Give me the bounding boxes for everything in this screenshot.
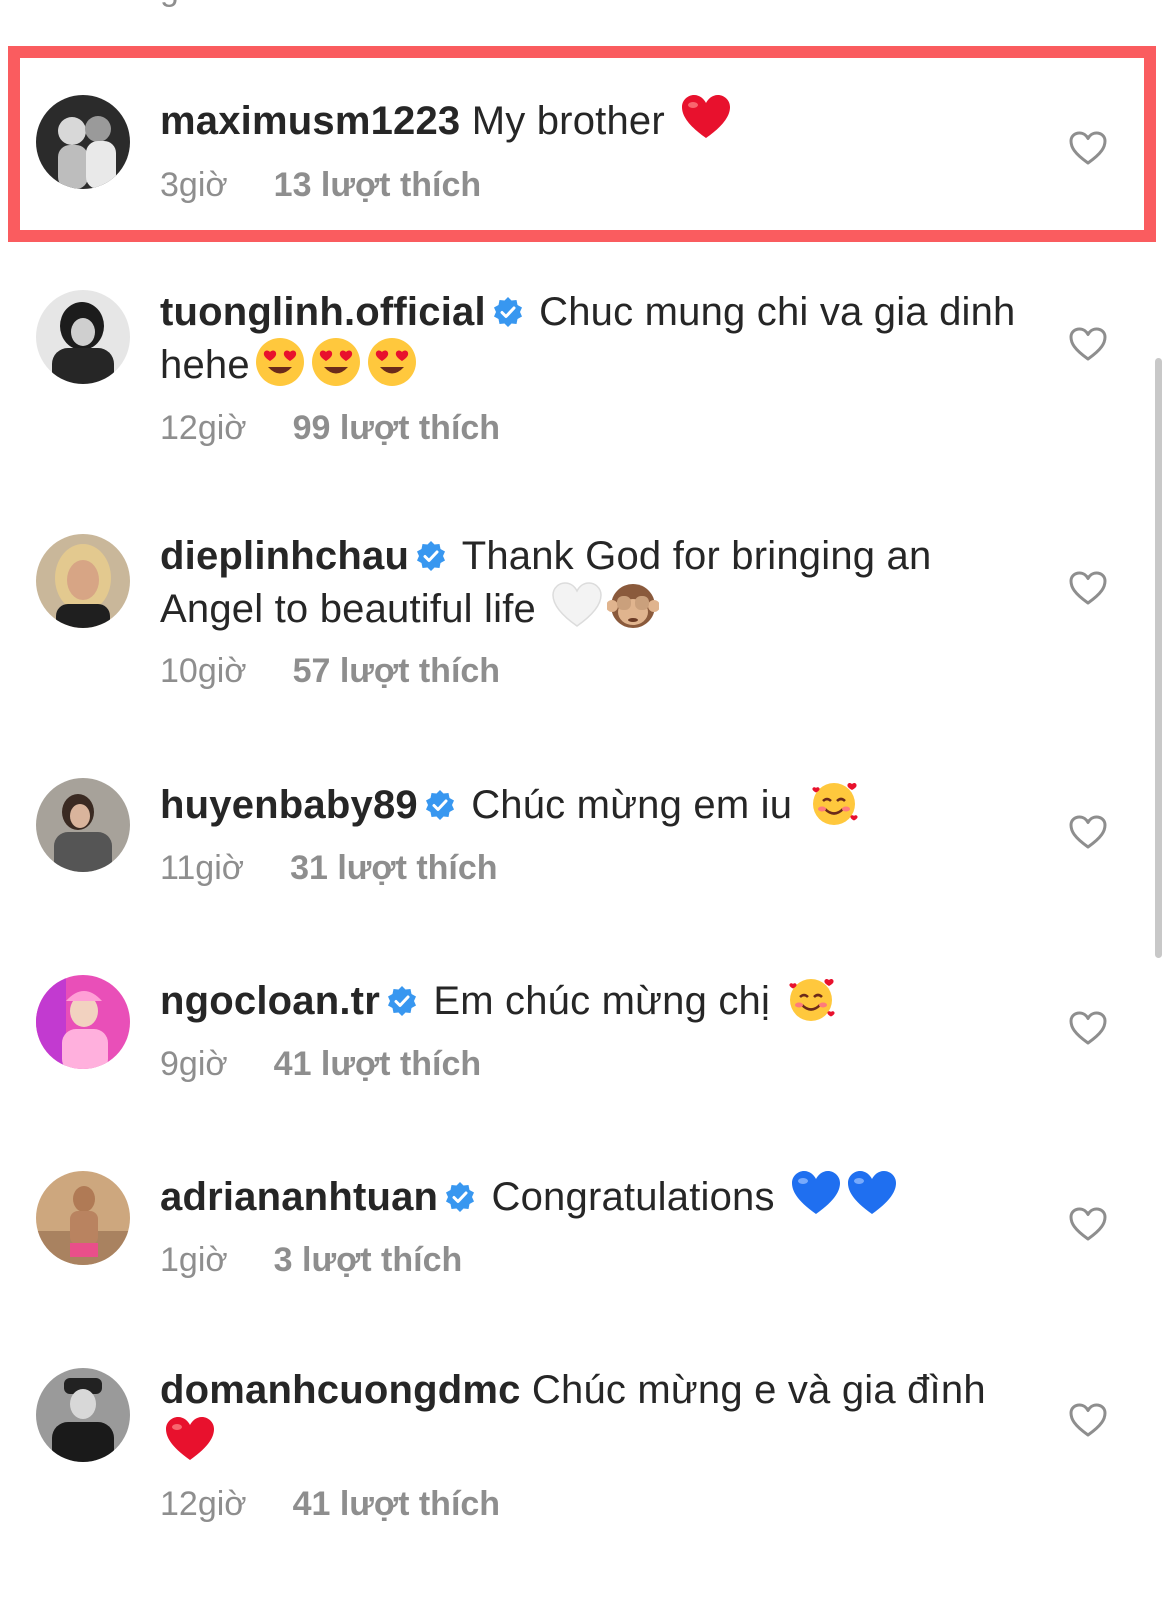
verified-badge-icon [446,1182,475,1212]
blue-heart-emoji [792,1171,841,1214]
white-heart-emoji [552,582,603,627]
comment-text: tuonglinh.official Chuc mung chi va gia … [160,288,1020,389]
avatar[interactable] [36,1368,130,1462]
timestamp: 9giờ [160,1045,228,1083]
username[interactable]: ngocloan.tr [160,979,380,1023]
like-count[interactable]: 3 lượt thích [274,1241,463,1279]
comment-text: domanhcuongdmc Chúc mừng e và gia đình [160,1366,1020,1467]
like-count[interactable]: 57 lượt thích [293,652,501,690]
comment-text: huyenbaby89 Chúc mừng em iu [160,776,1020,829]
verified-badge-icon [493,297,522,327]
verified-badge-icon [417,541,446,571]
username[interactable]: dieplinhchau [160,534,409,578]
smiling-face-with-hearts-emoji [789,978,835,1021]
comment-body: Chúc mừng em iu [471,783,793,827]
like-count[interactable]: 31 lượt thích [290,849,498,887]
like-count[interactable]: 41 lượt thích [274,1045,482,1083]
see-no-evil-monkey-emoji [607,584,660,628]
avatar[interactable] [36,975,130,1069]
heart-outline-icon[interactable] [1068,1010,1108,1046]
comment-meta: 12giờ 99 lượt thích [160,408,500,448]
verified-badge-icon [387,986,416,1016]
heart-outline-icon[interactable] [1068,1206,1108,1242]
avatar[interactable] [36,778,130,872]
heart-eyes-emoji [367,338,416,386]
blue-heart-emoji [848,1171,897,1214]
timestamp: 11giờ [160,849,245,887]
heart-outline-icon[interactable] [1068,570,1108,606]
red-heart-emoji [166,1417,214,1460]
avatar[interactable] [36,1171,130,1265]
smiling-face-with-hearts-emoji [811,782,858,825]
comment-body: Chúc mừng e và gia đình [531,1368,986,1412]
heart-eyes-emoji [255,338,304,386]
timestamp: 10giờ [160,652,247,690]
username[interactable]: tuonglinh.official [160,290,486,334]
comment-text: adriananhtuan Congratulations [160,1168,1020,1221]
comment-text: ngocloan.tr Em chúc mừng chị [160,972,1020,1025]
timestamp: 12giờ [160,1485,247,1523]
like-count[interactable]: 41 lượt thích [293,1485,501,1523]
verified-badge-icon [425,790,454,820]
avatar[interactable] [36,534,130,628]
username[interactable]: adriananhtuan [160,1175,438,1219]
timestamp: 1giờ [160,1241,228,1279]
comment-body: Em chúc mừng chị [433,979,771,1023]
heart-outline-icon[interactable] [1068,814,1108,850]
comment-meta: 9giờ 41 lượt thích [160,1044,481,1084]
timestamp: 12giờ [160,409,247,447]
highlight-box [8,46,1156,242]
like-count[interactable]: 99 lượt thích [293,409,501,447]
username[interactable]: huyenbaby89 [160,783,418,827]
comment-meta: 10giờ 57 lượt thích [160,651,500,691]
comment-meta: 12giờ 41 lượt thích [160,1484,500,1524]
scrollbar[interactable] [1155,358,1162,958]
heart-outline-icon[interactable] [1068,1402,1108,1438]
comment-meta: 1giờ 3 lượt thích [160,1240,462,1280]
comment-text: dieplinhchau Thank God for bringing an A… [160,532,1020,633]
heart-outline-icon[interactable] [1068,326,1108,362]
heart-eyes-emoji [311,338,360,386]
avatar[interactable] [36,290,130,384]
username[interactable]: domanhcuongdmc [160,1368,521,1412]
comment-body: Congratulations [491,1175,775,1219]
previous-comment-fragment: g · [160,0,200,9]
comment-meta: 11giờ 31 lượt thích [160,848,498,888]
